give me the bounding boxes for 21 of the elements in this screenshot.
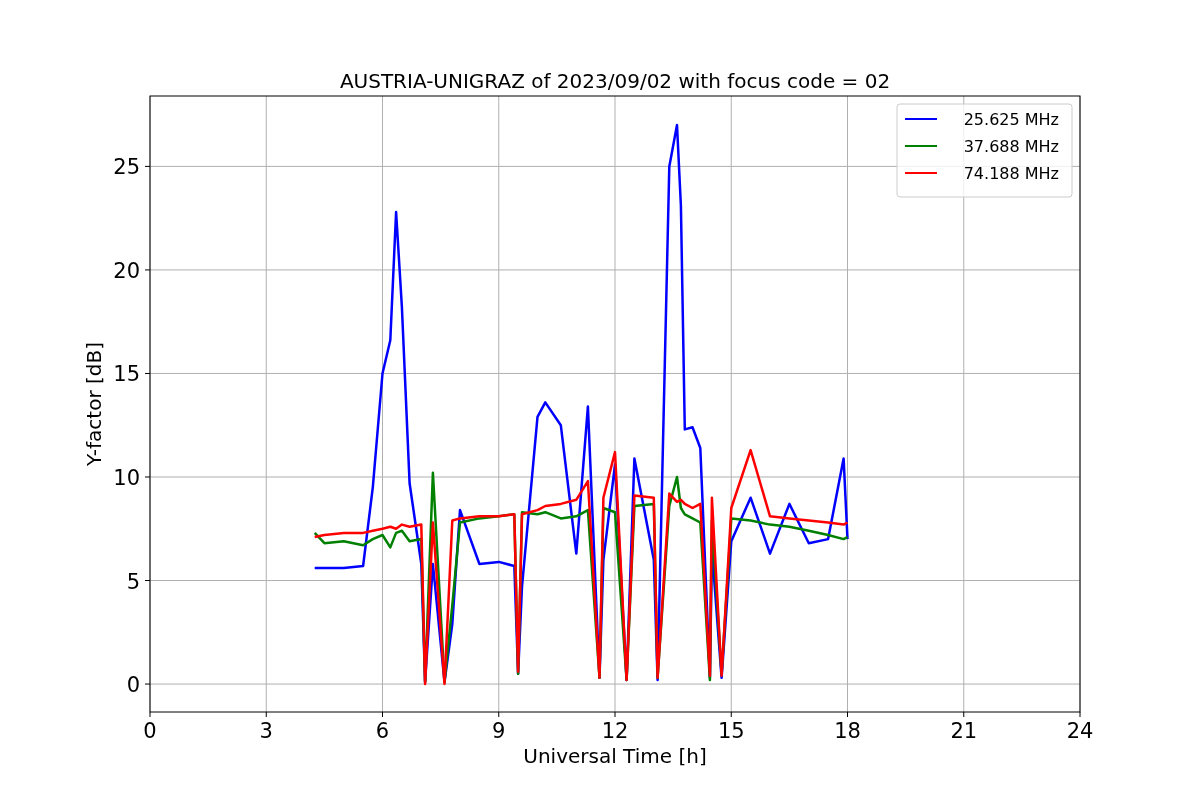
y-tick-label: 10 [113, 466, 140, 490]
x-tick-label: 21 [950, 719, 978, 743]
x-tick-label: 9 [492, 719, 506, 743]
x-tick-label: 12 [601, 719, 629, 743]
x-tick-label: 0 [143, 719, 157, 743]
x-tick-label: 6 [375, 719, 390, 743]
x-tick-label: 3 [259, 719, 273, 743]
x-tick-label: 24 [1066, 719, 1094, 743]
y-tick-label: 0 [126, 673, 140, 698]
x-tick-label: 18 [834, 719, 861, 743]
legend-label: 37.688 MHz [963, 137, 1059, 156]
y-tick-label: 25 [113, 155, 140, 180]
legend-label: 74.188 MHz [963, 164, 1059, 183]
chart-title: AUSTRIA-UNIGRAZ of 2023/09/02 with focus code = 02 [339, 69, 891, 93]
x-axis-label: Universal Time [h] [523, 744, 707, 768]
y-tick-label: 15 [113, 362, 140, 387]
y-tick-label: 20 [113, 258, 140, 283]
y-tick-label: 5 [126, 569, 140, 594]
legend-label: 25.625 MHz [963, 110, 1059, 129]
y-axis-label: Y-factor [dB] [82, 342, 106, 466]
x-tick-label: 15 [717, 719, 745, 743]
